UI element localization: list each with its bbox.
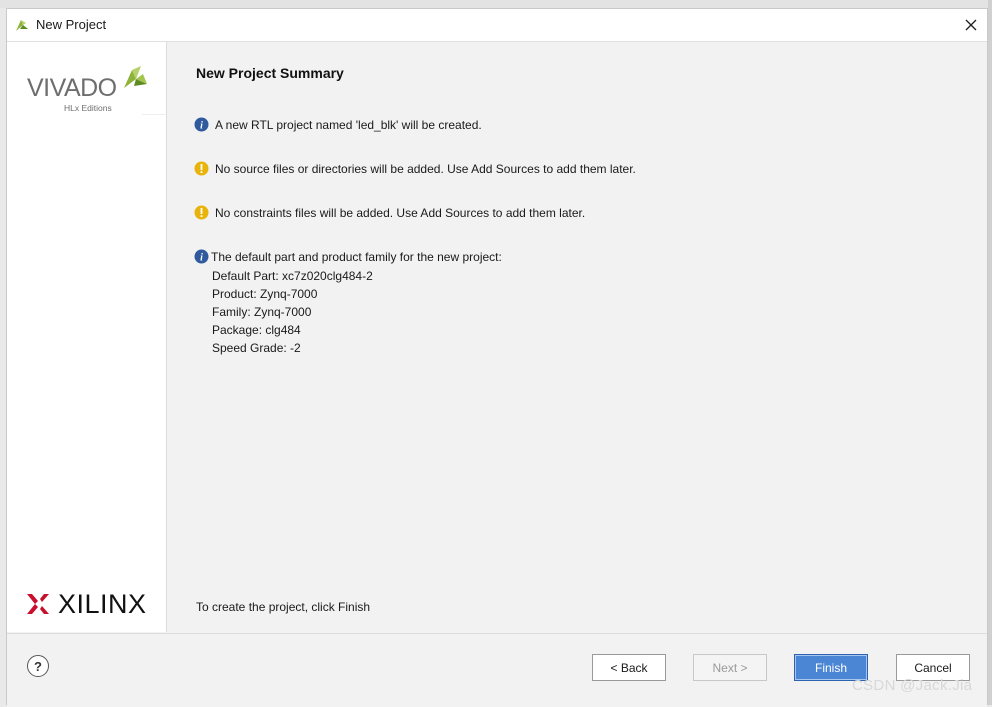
xilinx-logo-text: XILINX (58, 589, 147, 619)
svg-text:i: i (200, 253, 203, 264)
message-no-constraints: No constraints files will be added. Use … (194, 205, 585, 220)
vivado-logo: VIVADO HLx Editions (27, 64, 149, 114)
window-title: New Project (36, 17, 107, 32)
message-default-part: i The default part and product family fo… (194, 249, 502, 264)
watermark: CSDN @Jack.Jia (852, 677, 973, 694)
new-project-dialog: New Project VIVADO HLx Editions XILINX N… (6, 8, 988, 707)
next-button[interactable]: Next > (693, 654, 767, 681)
summary-panel: New Project Summary i A new RTL project … (167, 42, 987, 632)
back-button[interactable]: < Back (592, 654, 666, 681)
xilinx-icon (27, 594, 49, 614)
xilinx-logo: XILINX (25, 589, 155, 620)
vivado-leaf-logo-icon (124, 66, 147, 88)
family-value: Family: Zynq-7000 (212, 305, 312, 319)
close-icon (965, 19, 977, 31)
default-part-value: Default Part: xc7z020clg484-2 (212, 269, 373, 283)
message-text: The default part and product family for … (211, 249, 502, 264)
message-project-created: i A new RTL project named 'led_blk' will… (194, 117, 482, 132)
speed-grade-value: Speed Grade: -2 (212, 341, 301, 355)
title-bar: New Project (7, 9, 987, 42)
sidebar-divider (142, 114, 166, 115)
product-value: Product: Zynq-7000 (212, 287, 318, 301)
page-title: New Project Summary (196, 65, 344, 81)
warning-icon (194, 205, 209, 220)
help-button[interactable]: ? (27, 655, 49, 677)
message-text: A new RTL project named 'led_blk' will b… (215, 117, 482, 132)
vivado-leaf-icon (16, 20, 28, 31)
finish-instruction: To create the project, click Finish (196, 600, 371, 614)
background-edge (988, 0, 992, 705)
svg-text:i: i (200, 121, 203, 132)
sidebar: VIVADO HLx Editions XILINX (7, 42, 167, 632)
background-strip (0, 0, 992, 8)
message-text: No source files or directories will be a… (215, 161, 636, 176)
info-icon: i (194, 117, 209, 132)
part-details: Default Part: xc7z020clg484-2 Product: Z… (212, 267, 373, 357)
message-no-sources: No source files or directories will be a… (194, 161, 636, 176)
package-value: Package: clg484 (212, 323, 301, 337)
close-button[interactable] (959, 13, 983, 37)
button-bar: ? < Back Next > Finish Cancel (7, 633, 987, 707)
warning-icon (194, 161, 209, 176)
info-icon: i (194, 249, 209, 264)
vivado-logo-subtitle: HLx Editions (64, 103, 112, 113)
message-text: No constraints files will be added. Use … (215, 205, 586, 220)
vivado-logo-text: VIVADO (27, 74, 117, 102)
